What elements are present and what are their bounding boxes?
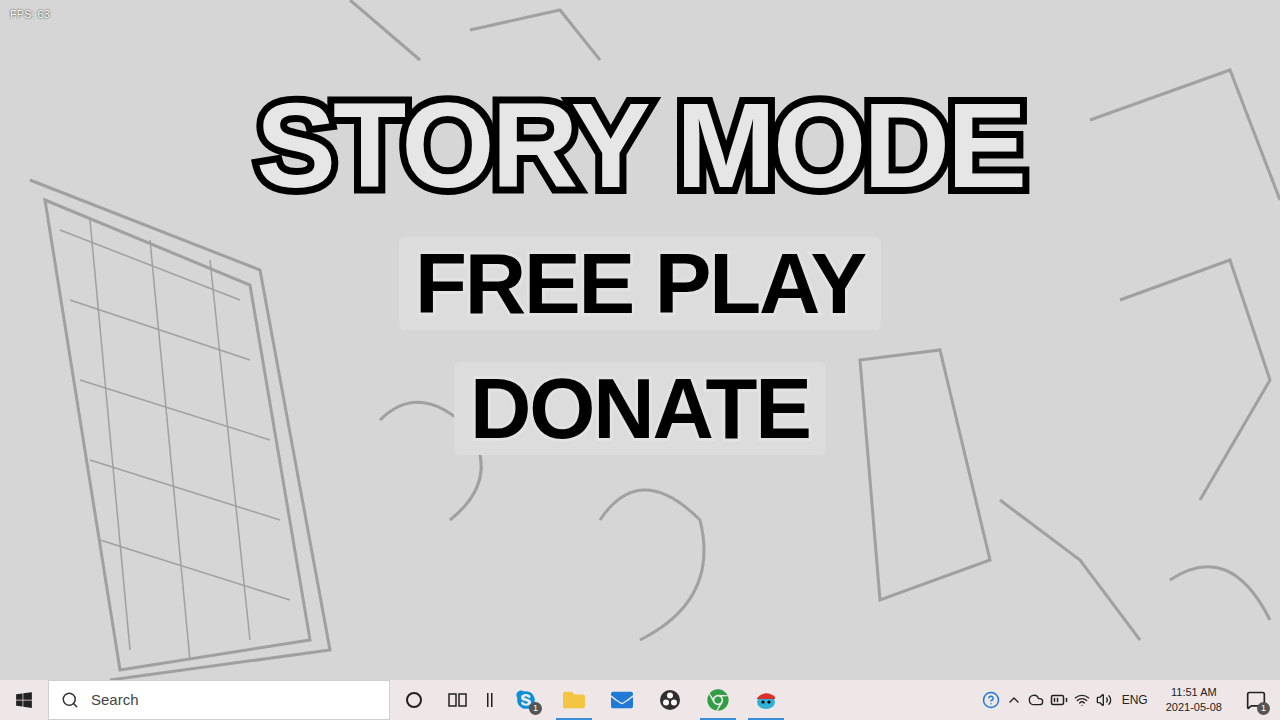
start-button[interactable] [0, 680, 48, 720]
taskbar-app[interactable] [598, 680, 646, 720]
taskbar-app[interactable] [646, 680, 694, 720]
obs-icon [659, 689, 681, 711]
task-view-button[interactable] [438, 680, 478, 720]
taskbar-app[interactable] [550, 680, 598, 720]
chevron-up-icon[interactable] [1006, 692, 1022, 708]
battery-icon[interactable] [1050, 691, 1068, 709]
game-area: FPS: 63 STORY MODE FREE PLAY DONATE [0, 0, 1280, 680]
cloud-icon[interactable] [1028, 692, 1044, 708]
menu-item[interactable]: FREE PLAY [399, 237, 881, 330]
divider-icon [486, 692, 494, 708]
chrome-icon [707, 689, 729, 711]
notification-badge: 1 [1257, 702, 1270, 715]
clock[interactable]: 11:51 AM2021-05-08 [1158, 685, 1230, 715]
game-icon [754, 688, 778, 712]
running-indicator [748, 718, 784, 720]
task-view-icon [448, 691, 468, 709]
help-icon[interactable] [982, 691, 1000, 709]
taskbar-app[interactable] [694, 680, 742, 720]
screen: FPS: 63STORY MODEFREE PLAYDONATESearch1E… [0, 0, 1280, 720]
notification-button[interactable]: 1 [1236, 680, 1276, 720]
fps-counter: FPS: 63 [10, 6, 50, 23]
running-indicator [700, 718, 736, 720]
menu-item[interactable]: DONATE [454, 362, 826, 455]
volume-icon[interactable] [1096, 692, 1112, 708]
mail-icon [611, 689, 633, 711]
taskbar: Search 1 ENG 11:51 AM2021-05-08 1 [0, 680, 1280, 720]
taskbar-app[interactable] [742, 680, 790, 720]
search-icon [61, 691, 79, 709]
divider-button[interactable] [478, 680, 502, 720]
language-indicator[interactable]: ENG [1118, 691, 1152, 709]
taskbar-app[interactable]: 1 [502, 680, 550, 720]
wifi-icon[interactable] [1074, 692, 1090, 708]
main-menu: STORY MODE FREE PLAY DONATE [0, 0, 1280, 455]
folder-icon [563, 689, 585, 711]
system-tray: ENG 11:51 AM2021-05-08 1 [982, 680, 1280, 720]
menu-item[interactable]: STORY MODE [240, 85, 1040, 205]
cortana-icon [405, 691, 423, 709]
running-indicator [556, 718, 592, 720]
windows-icon [15, 691, 33, 709]
search-box[interactable]: Search [48, 680, 390, 720]
cortana-button[interactable] [390, 680, 438, 720]
app-badge: 1 [529, 702, 542, 715]
